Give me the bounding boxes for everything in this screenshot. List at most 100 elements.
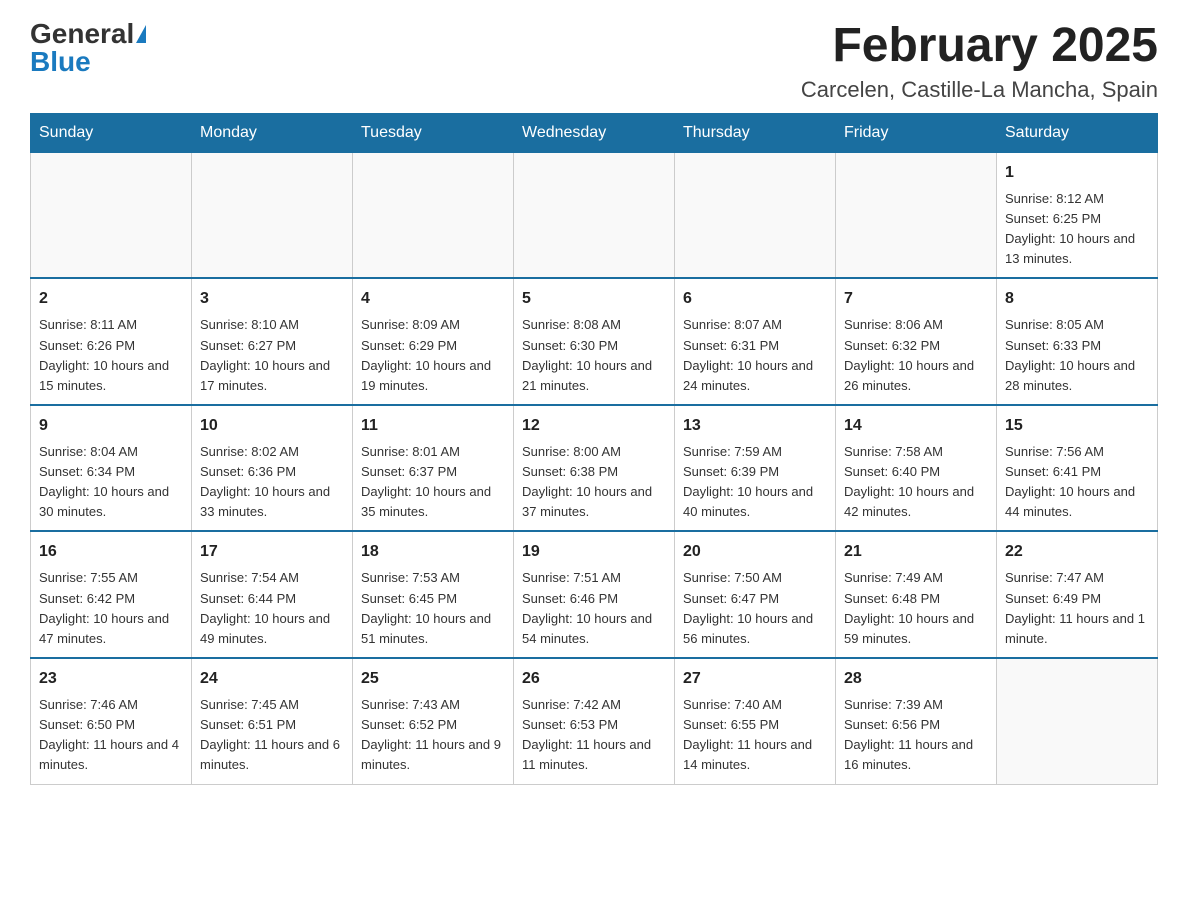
calendar-cell: 21 Sunrise: 7:49 AMSunset: 6:48 PMDayligh… — [836, 531, 997, 658]
calendar-week-row: 1Sunrise: 8:12 AMSunset: 6:25 PMDaylight… — [31, 152, 1158, 278]
day-number: 22 — [1005, 540, 1149, 564]
day-info: Sunrise: 7:51 AMSunset: 6:46 PMDaylight:… — [522, 568, 666, 649]
day-info: Sunrise: 7:54 AMSunset: 6:44 PMDaylight:… — [200, 568, 344, 649]
day-number: 7 — [844, 287, 988, 311]
calendar-table: SundayMondayTuesdayWednesdayThursdayFrid… — [30, 113, 1158, 785]
day-info: Sunrise: 7:45 AMSunset: 6:51 PMDaylight:… — [200, 695, 344, 776]
calendar-cell: 8 Sunrise: 8:05 AMSunset: 6:33 PMDaylight… — [997, 278, 1158, 405]
day-info: Sunrise: 8:10 AMSunset: 6:27 PMDaylight:… — [200, 315, 344, 396]
calendar-cell — [31, 152, 192, 278]
day-number: 10 — [200, 414, 344, 438]
calendar-cell: 7Sunrise: 8:06 AMSunset: 6:32 PMDaylight… — [836, 278, 997, 405]
calendar-cell: 17 Sunrise: 7:54 AMSunset: 6:44 PMDayligh… — [192, 531, 353, 658]
day-number: 5 — [522, 287, 666, 311]
day-info: Sunrise: 7:47 AMSunset: 6:49 PMDaylight:… — [1005, 568, 1149, 649]
logo-blue-text: Blue — [30, 48, 91, 76]
calendar-cell: 11 Sunrise: 8:01 AMSunset: 6:37 PMDayligh… — [353, 405, 514, 532]
month-title: February 2025 — [801, 20, 1158, 73]
day-info: Sunrise: 7:49 AMSunset: 6:48 PMDaylight:… — [844, 568, 988, 649]
calendar-cell: 24 Sunrise: 7:45 AMSunset: 6:51 PMDayligh… — [192, 658, 353, 784]
day-info: Sunrise: 7:58 AMSunset: 6:40 PMDaylight:… — [844, 442, 988, 523]
day-number: 14 — [844, 414, 988, 438]
calendar-cell — [353, 152, 514, 278]
day-number: 27 — [683, 667, 827, 691]
day-info: Sunrise: 7:56 AMSunset: 6:41 PMDaylight:… — [1005, 442, 1149, 523]
day-number: 24 — [200, 667, 344, 691]
day-info: Sunrise: 7:59 AMSunset: 6:39 PMDaylight:… — [683, 442, 827, 523]
calendar-cell — [514, 152, 675, 278]
day-number: 17 — [200, 540, 344, 564]
day-info: Sunrise: 7:46 AMSunset: 6:50 PMDaylight:… — [39, 695, 183, 776]
calendar-cell: 25 Sunrise: 7:43 AMSunset: 6:52 PMDayligh… — [353, 658, 514, 784]
calendar-cell: 14 Sunrise: 7:58 AMSunset: 6:40 PMDayligh… — [836, 405, 997, 532]
day-info: Sunrise: 8:04 AMSunset: 6:34 PMDaylight:… — [39, 442, 183, 523]
page-header: General Blue February 2025 Carcelen, Cas… — [30, 20, 1158, 103]
day-info: Sunrise: 8:01 AMSunset: 6:37 PMDaylight:… — [361, 442, 505, 523]
logo-triangle-icon — [136, 25, 146, 43]
day-info: Sunrise: 8:00 AMSunset: 6:38 PMDaylight:… — [522, 442, 666, 523]
calendar-cell: 13 Sunrise: 7:59 AMSunset: 6:39 PMDayligh… — [675, 405, 836, 532]
calendar-cell — [997, 658, 1158, 784]
calendar-cell: 28Sunrise: 7:39 AMSunset: 6:56 PMDayligh… — [836, 658, 997, 784]
day-number: 23 — [39, 667, 183, 691]
day-info: Sunrise: 8:02 AMSunset: 6:36 PMDaylight:… — [200, 442, 344, 523]
logo: General Blue — [30, 20, 146, 76]
day-number: 20 — [683, 540, 827, 564]
calendar-cell: 3 Sunrise: 8:10 AMSunset: 6:27 PMDaylight… — [192, 278, 353, 405]
day-info: Sunrise: 7:50 AMSunset: 6:47 PMDaylight:… — [683, 568, 827, 649]
day-number: 11 — [361, 414, 505, 438]
day-number: 25 — [361, 667, 505, 691]
calendar-cell: 18Sunrise: 7:53 AMSunset: 6:45 PMDayligh… — [353, 531, 514, 658]
calendar-header-thursday: Thursday — [675, 113, 836, 152]
calendar-week-row: 16Sunrise: 7:55 AMSunset: 6:42 PMDayligh… — [31, 531, 1158, 658]
day-number: 4 — [361, 287, 505, 311]
day-info: Sunrise: 8:08 AMSunset: 6:30 PMDaylight:… — [522, 315, 666, 396]
day-info: Sunrise: 8:05 AMSunset: 6:33 PMDaylight:… — [1005, 315, 1149, 396]
calendar-cell: 16Sunrise: 7:55 AMSunset: 6:42 PMDayligh… — [31, 531, 192, 658]
day-number: 26 — [522, 667, 666, 691]
day-number: 2 — [39, 287, 183, 311]
day-number: 9 — [39, 414, 183, 438]
calendar-week-row: 23 Sunrise: 7:46 AMSunset: 6:50 PMDayligh… — [31, 658, 1158, 784]
day-info: Sunrise: 8:07 AMSunset: 6:31 PMDaylight:… — [683, 315, 827, 396]
calendar-cell: 6 Sunrise: 8:07 AMSunset: 6:31 PMDaylight… — [675, 278, 836, 405]
day-number: 21 — [844, 540, 988, 564]
calendar-cell: 20 Sunrise: 7:50 AMSunset: 6:47 PMDayligh… — [675, 531, 836, 658]
calendar-cell: 23 Sunrise: 7:46 AMSunset: 6:50 PMDayligh… — [31, 658, 192, 784]
calendar-cell: 12 Sunrise: 8:00 AMSunset: 6:38 PMDayligh… — [514, 405, 675, 532]
calendar-week-row: 2Sunrise: 8:11 AMSunset: 6:26 PMDaylight… — [31, 278, 1158, 405]
location-title: Carcelen, Castille-La Mancha, Spain — [801, 77, 1158, 103]
day-number: 13 — [683, 414, 827, 438]
calendar-cell: 27 Sunrise: 7:40 AMSunset: 6:55 PMDayligh… — [675, 658, 836, 784]
day-number: 3 — [200, 287, 344, 311]
day-number: 6 — [683, 287, 827, 311]
calendar-cell: 22 Sunrise: 7:47 AMSunset: 6:49 PMDayligh… — [997, 531, 1158, 658]
day-info: Sunrise: 7:53 AMSunset: 6:45 PMDaylight:… — [361, 568, 505, 649]
title-section: February 2025 Carcelen, Castille-La Manc… — [801, 20, 1158, 103]
calendar-cell — [836, 152, 997, 278]
day-number: 1 — [1005, 161, 1149, 185]
day-info: Sunrise: 7:40 AMSunset: 6:55 PMDaylight:… — [683, 695, 827, 776]
calendar-cell: 9 Sunrise: 8:04 AMSunset: 6:34 PMDaylight… — [31, 405, 192, 532]
calendar-cell: 2Sunrise: 8:11 AMSunset: 6:26 PMDaylight… — [31, 278, 192, 405]
calendar-cell — [192, 152, 353, 278]
calendar-cell: 10 Sunrise: 8:02 AMSunset: 6:36 PMDayligh… — [192, 405, 353, 532]
day-number: 12 — [522, 414, 666, 438]
day-info: Sunrise: 7:42 AMSunset: 6:53 PMDaylight:… — [522, 695, 666, 776]
day-number: 8 — [1005, 287, 1149, 311]
calendar-cell: 15 Sunrise: 7:56 AMSunset: 6:41 PMDayligh… — [997, 405, 1158, 532]
day-info: Sunrise: 7:43 AMSunset: 6:52 PMDaylight:… — [361, 695, 505, 776]
calendar-header-saturday: Saturday — [997, 113, 1158, 152]
calendar-header-tuesday: Tuesday — [353, 113, 514, 152]
logo-general-text: General — [30, 20, 134, 48]
day-info: Sunrise: 7:55 AMSunset: 6:42 PMDaylight:… — [39, 568, 183, 649]
calendar-header-row: SundayMondayTuesdayWednesdayThursdayFrid… — [31, 113, 1158, 152]
calendar-cell: 5 Sunrise: 8:08 AMSunset: 6:30 PMDaylight… — [514, 278, 675, 405]
calendar-week-row: 9 Sunrise: 8:04 AMSunset: 6:34 PMDaylight… — [31, 405, 1158, 532]
day-number: 28 — [844, 667, 988, 691]
calendar-header-wednesday: Wednesday — [514, 113, 675, 152]
day-number: 19 — [522, 540, 666, 564]
calendar-cell — [675, 152, 836, 278]
day-number: 15 — [1005, 414, 1149, 438]
calendar-header-monday: Monday — [192, 113, 353, 152]
